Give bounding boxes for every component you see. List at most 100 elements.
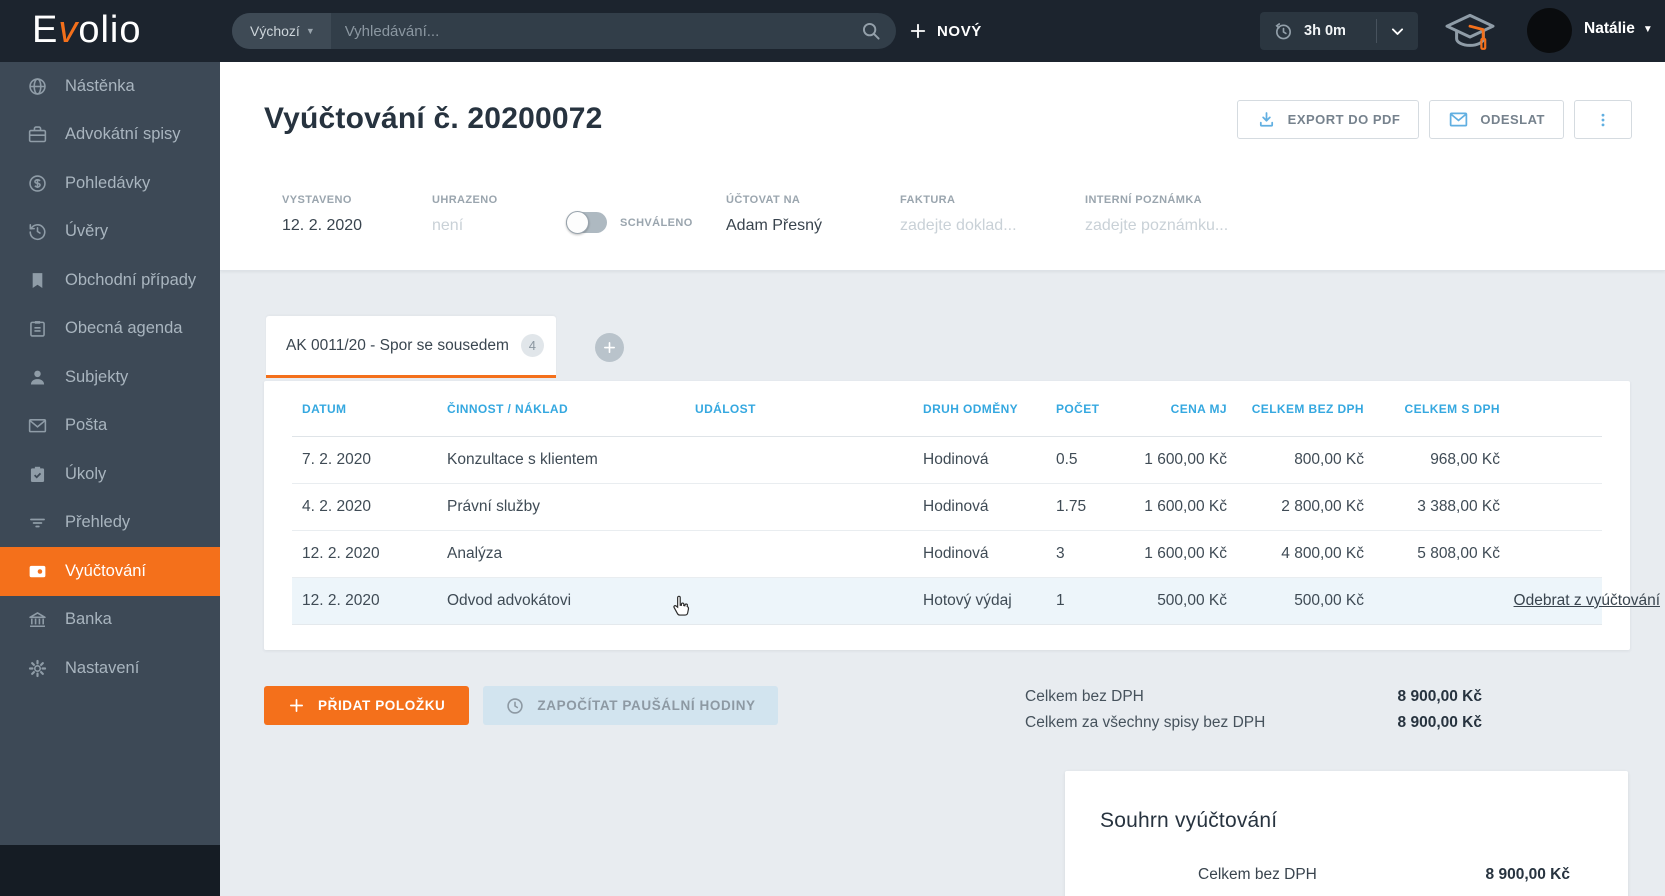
sidebar-item-advokatni-spisy[interactable]: Advokátní spisy: [0, 111, 220, 160]
sidebar-item-uvery[interactable]: Úvěry: [0, 208, 220, 257]
issued-value[interactable]: 12. 2. 2020: [282, 217, 362, 235]
approved-toggle-group: SCHVÁLENO: [566, 211, 693, 234]
plus-icon: [910, 23, 926, 39]
issued-field: VYSTAVENO 12. 2. 2020: [282, 194, 363, 235]
col-header-cinnost[interactable]: ČINNOST / NÁKLAD: [437, 402, 685, 416]
timer-clock-icon: [1275, 22, 1291, 39]
top-bar: Evolio Výchozí ▼ NOVÝ 3h 0m: [0, 0, 1665, 62]
case-tab-count-badge: 4: [520, 334, 544, 357]
add-case-tab-button[interactable]: [595, 333, 624, 362]
search-icon[interactable]: [860, 20, 882, 42]
invoice-field: FAKTURA zadejte doklad...: [900, 194, 1017, 235]
page-title: Vyúčtování č. 20200072: [264, 102, 603, 135]
note-input[interactable]: zadejte poznámku...: [1085, 217, 1228, 235]
total-all-files-row: Celkem za všechny spisy bez DPH 8 900,00…: [1025, 714, 1482, 731]
search-input[interactable]: [330, 22, 860, 40]
user-avatar[interactable]: [1527, 8, 1572, 53]
invoice-input[interactable]: zadejte doklad...: [900, 217, 1017, 235]
filter-lines-icon: [30, 518, 45, 528]
search-scope-dropdown[interactable]: Výchozí ▼: [232, 13, 331, 49]
plus-icon: [604, 342, 615, 353]
summary-total-row: Celkem bez DPH 8 900,00 Kč: [1198, 866, 1570, 883]
paid-value[interactable]: není: [432, 217, 498, 235]
table-header-row: DATUM ČINNOST / NÁKLAD UDÁLOST DRUH ODMĚ…: [292, 381, 1602, 437]
count-flat-hours-button[interactable]: ZAPOČÍTAT PAUŠÁLNÍ HODINY: [483, 686, 778, 725]
toggle-knob: [566, 211, 589, 234]
header-actions: EXPORT DO PDF ODESLAT: [1236, 100, 1632, 139]
col-header-cena-mj[interactable]: CENA MJ: [1110, 402, 1227, 416]
remove-from-billing-link[interactable]: Odebrat z vyúčtování: [1514, 592, 1660, 609]
clipboard-icon: [30, 321, 45, 337]
sidebar-item-prehledy[interactable]: Přehledy: [0, 499, 220, 548]
col-header-druh-odmeny[interactable]: DRUH ODMĚNY: [913, 402, 1046, 416]
paid-field: UHRAZENO není: [432, 194, 498, 235]
bank-icon: [29, 612, 46, 628]
history-clock-icon: [29, 224, 46, 241]
add-item-button[interactable]: PŘIDAT POLOŽKU: [264, 686, 470, 725]
timer-dropdown-button[interactable]: [1377, 23, 1418, 40]
sidebar-item-pohledavky[interactable]: Pohledávky: [0, 159, 220, 208]
approved-toggle[interactable]: [566, 211, 607, 234]
export-pdf-button[interactable]: EXPORT DO PDF: [1236, 100, 1420, 139]
bill-to-value[interactable]: Adam Přesný: [726, 217, 822, 235]
sidebar-item-nastaveni[interactable]: Nastavení: [0, 644, 220, 693]
dollar-circle-icon: [29, 175, 46, 192]
sidebar-item-posta[interactable]: Pošta: [0, 402, 220, 451]
table-row[interactable]: 4. 2. 2020 Právní služby Hodinová 1.75 1…: [292, 484, 1602, 531]
col-header-datum[interactable]: DATUM: [292, 402, 437, 416]
search-scope-label: Výchozí: [250, 23, 300, 39]
bookmark-icon: [32, 272, 43, 288]
envelope-icon: [28, 419, 47, 433]
download-icon: [1259, 112, 1273, 127]
sidebar-item-nastenka[interactable]: Nástěnka: [0, 62, 220, 111]
table-row[interactable]: 7. 2. 2020 Konzultace s klientem Hodinov…: [292, 437, 1602, 484]
table-row[interactable]: 12. 2. 2020 Analýza Hodinová 3 1 600,00 …: [292, 531, 1602, 578]
summary-title: Souhrn vyúčtování: [1100, 809, 1278, 832]
approved-label: SCHVÁLENO: [620, 216, 693, 229]
dots-vertical-icon: [1601, 113, 1605, 126]
billing-items-card: DATUM ČINNOST / NÁKLAD UDÁLOST DRUH ODMĚ…: [264, 381, 1660, 650]
total-excl-vat-row: Celkem bez DPH 8 900,00 Kč: [1025, 688, 1482, 705]
global-search: Výchozí ▼: [232, 13, 896, 49]
tutorial-graduation-cap-icon[interactable]: [1443, 9, 1497, 53]
table-row-hovered[interactable]: 12. 2. 2020 Odvod advokátovi Hotový výda…: [292, 578, 1660, 625]
tasks-check-icon: [30, 466, 45, 482]
col-header-celkem-s-dph[interactable]: CELKEM S DPH: [1364, 402, 1602, 416]
timer-button[interactable]: 3h 0m: [1260, 21, 1376, 42]
sidebar-item-ukoly[interactable]: Úkoly: [0, 450, 220, 499]
clock-icon: [507, 697, 524, 714]
col-header-udalost[interactable]: UDÁLOST: [685, 402, 913, 416]
totals-block: Celkem bez DPH 8 900,00 Kč Celkem za vše…: [1025, 684, 1482, 736]
billing-card-icon: [29, 565, 46, 577]
user-name: Natálie: [1584, 20, 1635, 37]
evolio-logo[interactable]: Evolio: [32, 9, 142, 52]
sidebar-item-banka[interactable]: Banka: [0, 596, 220, 645]
case-tab-label: AK 0011/20 - Spor se sousedem: [286, 336, 509, 354]
user-menu[interactable]: Natálie ▼: [1584, 20, 1653, 38]
col-header-pocet[interactable]: POČET: [1046, 402, 1110, 416]
case-tab-active[interactable]: AK 0011/20 - Spor se sousedem 4: [266, 316, 556, 378]
billing-summary-card: Souhrn vyúčtování Celkem bez DPH 8 900,0…: [1065, 771, 1628, 896]
bill-to-field: ÚČTOVAT NA Adam Přesný: [726, 194, 823, 235]
timer-value: 3h 0m: [1304, 23, 1346, 39]
sidebar-item-obchodni-pripady[interactable]: Obchodní případy: [0, 256, 220, 305]
billing-items-table: DATUM ČINNOST / NÁKLAD UDÁLOST DRUH ODMĚ…: [292, 381, 1660, 625]
sidebar-item-subjekty[interactable]: Subjekty: [0, 353, 220, 402]
plus-icon: [289, 698, 304, 713]
sidebar-item-obecna-agenda[interactable]: Obecná agenda: [0, 305, 220, 354]
page-header: Vyúčtování č. 20200072 EXPORT DO PDF ODE…: [220, 62, 1665, 271]
timer-widget: 3h 0m: [1260, 12, 1418, 50]
note-field: INTERNÍ POZNÁMKA zadejte poznámku...: [1085, 194, 1229, 235]
globe-icon: [29, 78, 46, 95]
chevron-down-icon: [1391, 27, 1404, 35]
send-button[interactable]: ODESLAT: [1429, 100, 1564, 139]
sidebar-nav: Nástěnka Advokátní spisy Pohledávky Úvěr…: [0, 62, 220, 845]
person-icon: [30, 370, 45, 385]
sidebar-item-vyuctovani[interactable]: Vyúčtování: [0, 547, 220, 596]
new-button[interactable]: NOVÝ: [908, 15, 982, 47]
mail-icon: [1450, 112, 1468, 127]
more-options-button[interactable]: [1574, 100, 1632, 139]
col-header-celkem-bez-dph[interactable]: CELKEM BEZ DPH: [1227, 402, 1364, 416]
table-actions: PŘIDAT POLOŽKU ZAPOČÍTAT PAUŠÁLNÍ HODINY: [264, 686, 778, 725]
briefcase-icon: [28, 126, 47, 143]
